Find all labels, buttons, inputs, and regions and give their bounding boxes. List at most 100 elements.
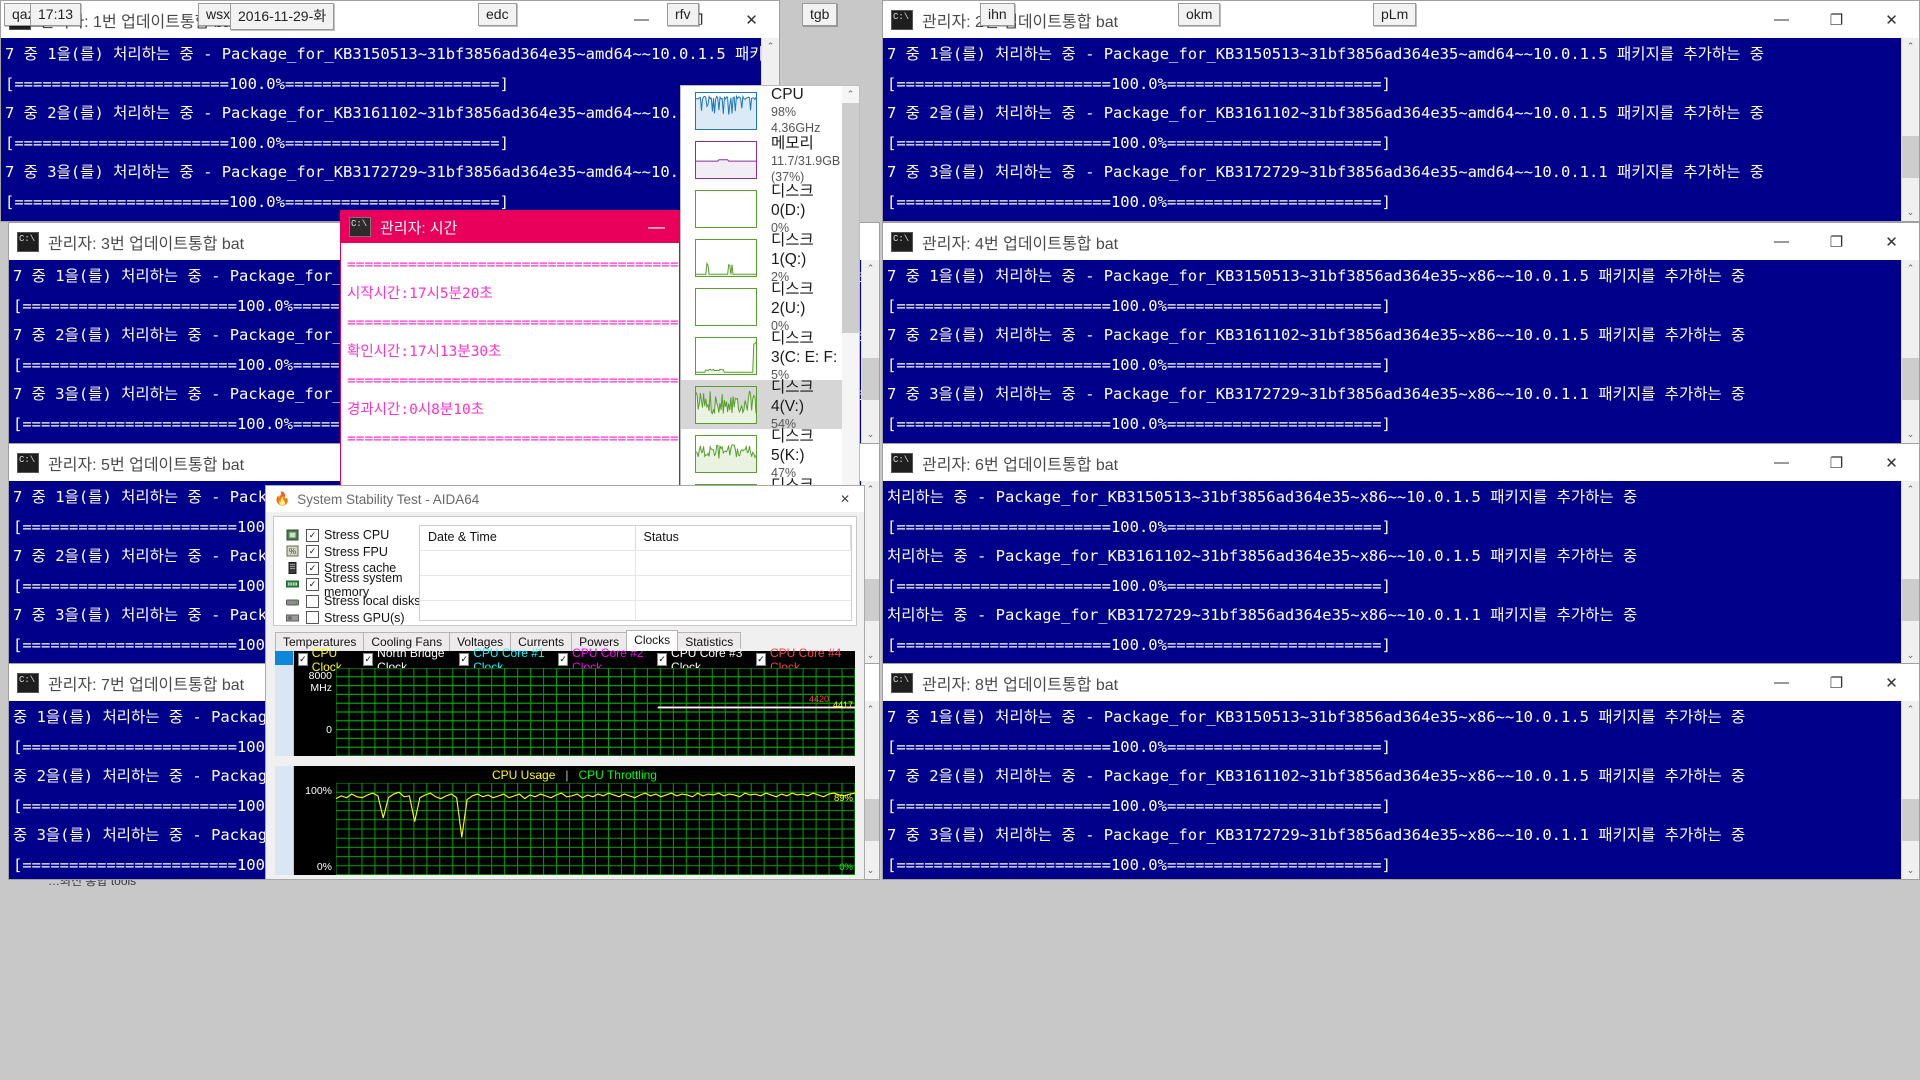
close-button[interactable]: ✕: [834, 486, 856, 512]
console-line: ========================================…: [347, 315, 680, 331]
chart-scroll-rail[interactable]: [275, 651, 294, 756]
cmd-window-titlebar[interactable]: C:\ 관리자: 6번 업데이트통합 bat — ❐ ✕: [883, 444, 1919, 481]
cmd-scrollbar[interactable]: ⌃⌄: [1901, 260, 1919, 443]
maximize-button[interactable]: ❐: [1809, 444, 1864, 481]
usage-scroll-rail[interactable]: [275, 766, 294, 875]
console-line: [=======================100.0%==========…: [887, 74, 1391, 93]
console-line: 7 중 4을(를) 처리하는 중 - Package_for_KB3173428…: [887, 217, 1902, 221]
scrollbar-thumb[interactable]: [1902, 358, 1919, 400]
chart-scroll-thumb[interactable]: [275, 651, 293, 665]
memory-stick-icon: [286, 578, 300, 591]
stress-option-checkbox[interactable]: [306, 611, 319, 625]
minimize-button[interactable]: —: [648, 217, 665, 237]
scroll-up-arrow[interactable]: ⌃: [842, 86, 859, 103]
resource-sparkline: [695, 91, 757, 130]
keycap-label: 17:13: [30, 3, 82, 26]
cmd-icon: C:\: [891, 672, 913, 693]
scroll-up-arrow[interactable]: ⌃: [1902, 481, 1919, 498]
scrollbar-thumb[interactable]: [1902, 579, 1919, 621]
cmd-window[interactable]: C:\ 관리자: 8번 업데이트통합 bat — ❐ ✕ 7 중 1을(를) 처리하는 중…: [882, 663, 1920, 880]
scroll-up-arrow[interactable]: ⌃: [862, 260, 879, 277]
console-line: [=======================100.0%==========…: [887, 355, 1391, 374]
scroll-up-arrow[interactable]: ⌃: [1902, 701, 1919, 718]
console-line: 처리하는 중 - Package_for_KB3150513~31bf3856a…: [887, 488, 1638, 506]
cmd-scrollbar[interactable]: ⌃⌄: [861, 260, 879, 443]
stress-option-checkbox[interactable]: ✓: [306, 578, 319, 592]
legend-checkbox[interactable]: ✓: [558, 653, 569, 666]
minimize-button[interactable]: —: [1754, 444, 1809, 481]
close-button[interactable]: ✕: [1864, 444, 1919, 481]
cmd-console-output: 7 중 1을(를) 처리하는 중 - Package_for_KB3150513…: [883, 38, 1902, 221]
task-manager-resource-row[interactable]: 디스크 2(U:) 0%: [681, 280, 842, 333]
scroll-down-arrow[interactable]: ⌄: [1902, 647, 1919, 664]
console-line: [=======================100.0%==========…: [887, 192, 1391, 211]
cmd-scrollbar[interactable]: ⌃⌄: [1901, 38, 1919, 221]
legend-checkbox[interactable]: ✓: [298, 653, 308, 666]
close-button[interactable]: ✕: [1864, 664, 1919, 701]
scroll-down-arrow[interactable]: ⌄: [1902, 426, 1919, 443]
console-line: 7 중 1을(를) 처리하는 중 - Package_for_KB3150513…: [5, 45, 762, 63]
aida64-log-table[interactable]: Date & Time Status: [419, 525, 852, 621]
task-manager-resource-row[interactable]: 디스크 4(V:) 54%: [681, 379, 842, 431]
aida64-titlebar[interactable]: 🔥 System Stability Test - AIDA64 ✕: [266, 486, 864, 512]
log-column-header[interactable]: Date & Time: [420, 526, 636, 550]
task-manager-resource-row[interactable]: 디스크 0(D:) 0%: [681, 183, 842, 235]
stress-option-checkbox[interactable]: ✓: [306, 528, 319, 542]
task-manager-resource-row[interactable]: 메모리 11.7/31.9GB (37%): [681, 135, 842, 184]
cmd-window[interactable]: C:\관리자: 1번 업데이트통합 bat—❐✕ 7 중 1을(를) 처리하는 중…: [0, 0, 780, 222]
legend-checkbox[interactable]: ✓: [459, 653, 470, 666]
cmd-scrollbar[interactable]: ⌃⌄: [1901, 701, 1919, 879]
log-column-header[interactable]: Status: [636, 526, 851, 550]
scroll-up-arrow[interactable]: ⌃: [1902, 38, 1919, 55]
task-manager-resource-row[interactable]: 디스크 5(K:) 47%: [681, 428, 842, 480]
close-button[interactable]: ✕: [1864, 1, 1919, 38]
cmd-window-titlebar[interactable]: C:\ 관리자: 4번 업데이트통합 bat — ❐ ✕: [883, 223, 1919, 260]
close-button[interactable]: ✕: [724, 1, 779, 38]
tab-clocks[interactable]: Clocks: [626, 630, 679, 651]
cmd-window[interactable]: C:\ 관리자: 4번 업데이트통합 bat — ❐ ✕ 7 중 1을(를) 처리하는 중…: [882, 222, 1920, 444]
clocks-chart-legend[interactable]: ✓ CPU Clock ✓ North Bridge Clock ✓ CPU Core #…: [294, 646, 855, 674]
scroll-down-arrow[interactable]: ⌄: [1902, 204, 1919, 221]
maximize-button[interactable]: ❐: [1809, 664, 1864, 701]
scroll-down-arrow[interactable]: ⌄: [1902, 862, 1919, 879]
cmd-window-titlebar[interactable]: C:\ 관리자: 8번 업데이트통합 bat — ❐ ✕: [883, 664, 1919, 701]
scroll-up-arrow[interactable]: ⌃: [1902, 260, 1919, 277]
cmd-icon: C:\: [891, 452, 913, 473]
legend-checkbox[interactable]: ✓: [363, 653, 374, 666]
cmd-window-titlebar[interactable]: C:\관리자: 1번 업데이트통합 bat—❐✕: [1, 1, 779, 38]
stress-option-checkbox[interactable]: [306, 594, 319, 608]
task-manager-resource-row[interactable]: CPU 98% 4.36GHz: [681, 86, 842, 135]
admin-time-titlebar[interactable]: C:\ 관리자: 시간 —: [341, 211, 679, 243]
resource-name: 디스크 2(U:): [771, 280, 814, 317]
stress-option-checkbox[interactable]: ✓: [306, 561, 319, 575]
close-button[interactable]: ✕: [1864, 223, 1919, 260]
cmd-window[interactable]: C:\ 관리자: 2번 업데이트통합 bat — ❐ ✕ 7 중 1을(를) 처리하는 중…: [882, 0, 1920, 222]
console-line: 7 중 3을(를) 처리하는 중 - Package_for_KB3172729…: [887, 163, 1764, 181]
scroll-down-arrow[interactable]: ⌄: [862, 426, 879, 443]
legend-checkbox[interactable]: ✓: [756, 653, 766, 666]
cmd-scrollbar[interactable]: ⌃⌄: [1901, 481, 1919, 664]
minimize-button[interactable]: —: [1754, 223, 1809, 260]
cmd-icon: C:\: [17, 672, 39, 693]
minimize-button[interactable]: —: [1754, 664, 1809, 701]
task-manager-resource-row[interactable]: 디스크 3(C: E: F: 5%: [681, 330, 842, 382]
scrollbar-thumb[interactable]: [842, 103, 859, 333]
chart-annotation: 4417: [832, 700, 853, 710]
maximize-button[interactable]: ❐: [1809, 1, 1864, 38]
cmd-console-output: 7 중 1을(를) 처리하는 중 - Package_for_KB3150513…: [883, 701, 1902, 879]
admin-time-window[interactable]: C:\ 관리자: 시간 — ==========================…: [340, 210, 680, 488]
scrollbar-thumb[interactable]: [1902, 136, 1919, 178]
scrollbar-thumb[interactable]: [1902, 799, 1919, 841]
stress-option-label: Stress FPU: [324, 544, 388, 559]
minimize-button[interactable]: —: [614, 1, 669, 38]
legend-checkbox[interactable]: ✓: [657, 653, 668, 666]
minimize-button[interactable]: —: [1754, 1, 1809, 38]
aida64-window[interactable]: 🔥 System Stability Test - AIDA64 ✕ ✓ Stre…: [265, 485, 865, 880]
maximize-button[interactable]: ❐: [1809, 223, 1864, 260]
stress-option-checkbox[interactable]: ✓: [306, 545, 319, 559]
console-line: 7 중 2을(를) 처리하는 중 - Package_for_KB3161102…: [887, 767, 1746, 785]
scroll-up-arrow[interactable]: ⌃: [762, 38, 779, 55]
scrollbar-thumb[interactable]: [862, 358, 879, 400]
task-manager-resource-row[interactable]: 디스크 1(Q:) 2%: [681, 232, 842, 284]
cmd-window[interactable]: C:\ 관리자: 6번 업데이트통합 bat — ❐ ✕ 처리하는 중 - Package…: [882, 443, 1920, 665]
